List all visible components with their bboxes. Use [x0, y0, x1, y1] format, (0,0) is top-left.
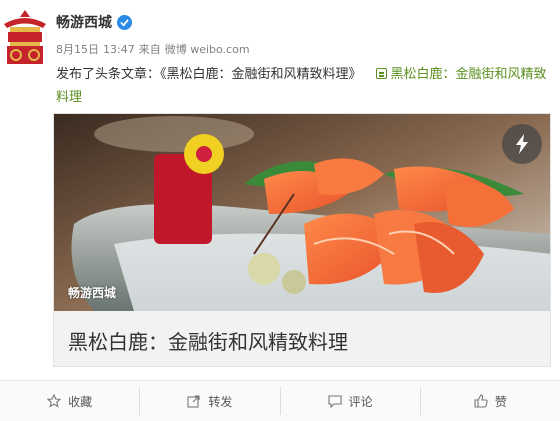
verified-icon	[117, 14, 132, 30]
star-icon	[47, 394, 62, 408]
comment-label: 评论	[348, 394, 373, 409]
like-button[interactable]: 赞	[419, 387, 560, 415]
source-prefix: 来自	[138, 43, 161, 56]
favorite-label: 收藏	[68, 394, 93, 409]
share-icon	[187, 395, 200, 408]
comment-icon	[328, 395, 342, 408]
avatar[interactable]	[2, 10, 48, 64]
article-title[interactable]: 黑松白鹿：金融街和风精致料理	[68, 326, 348, 355]
post-meta: 8月15日 13:47 来自 微博 weibo.com	[56, 41, 254, 57]
article-card[interactable]: 畅游西城 黑松白鹿：金融街和风精致料理	[53, 113, 551, 367]
article-cover-image[interactable]: 畅游西城	[54, 114, 550, 311]
post-date[interactable]: 8月15日	[56, 43, 99, 56]
lightning-icon	[516, 134, 528, 154]
action-bar: 收藏 转发 评论 赞	[0, 380, 560, 421]
author-name[interactable]: 畅游西城	[56, 12, 112, 32]
article-link-icon	[375, 68, 387, 79]
repost-label: 转发	[208, 394, 233, 409]
like-label: 赞	[494, 394, 507, 409]
favorite-button[interactable]: 收藏	[0, 387, 139, 415]
post-source[interactable]: 微博 weibo.com	[165, 43, 250, 56]
thumbs-up-icon	[474, 394, 488, 408]
comment-button[interactable]: 评论	[279, 387, 420, 415]
article-quote: 《黑松白鹿：金融街和风精致料理》	[160, 67, 362, 82]
image-watermark: 畅游西城	[68, 286, 117, 300]
repost-button[interactable]: 转发	[139, 387, 279, 415]
post-text: 发布了头条文章：《黑松白鹿：金融街和风精致料理》 黑松白鹿：金融街和风精致料理	[56, 63, 551, 109]
post-time[interactable]: 13:47	[103, 43, 135, 56]
play-button[interactable]	[502, 124, 542, 164]
post-text-prefix: 发布了头条文章：	[56, 67, 161, 82]
